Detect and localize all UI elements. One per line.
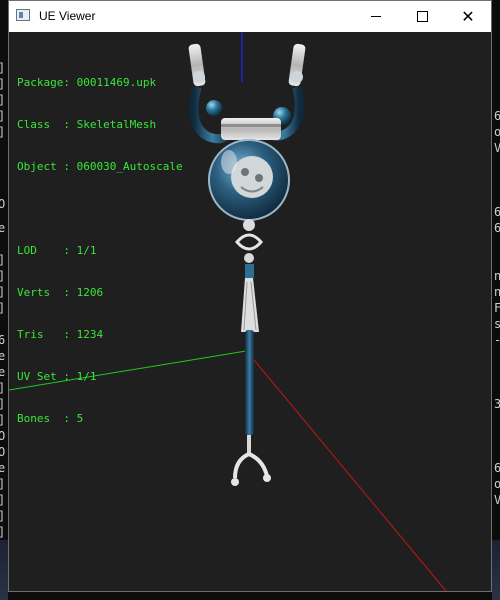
background-console-right-edge: 6oV66nnFs-36oV (492, 0, 500, 600)
axis-x-line (248, 353, 447, 591)
background-console-glyph: ] (0, 382, 5, 394)
knot-loops (235, 233, 263, 251)
background-console-glyph: 6 (494, 109, 500, 123)
info-verts-row: Verts : 1206 (17, 286, 183, 300)
app-window-icon[interactable] (16, 9, 30, 21)
info-uvset-row: UV Set : 1/1 (17, 370, 183, 384)
foot-legs (233, 452, 269, 479)
background-console-glyph: O (0, 445, 6, 459)
minimize-button[interactable] (353, 1, 399, 32)
close-icon: ✕ (461, 7, 475, 26)
silver-band-groove (221, 124, 281, 127)
background-console-glyph: n (494, 269, 500, 283)
info-object-value: 060030_Autoscale (76, 160, 183, 173)
foot-end (263, 474, 271, 482)
info-tris-label: Tris : (17, 328, 77, 341)
background-console-glyph: ] (0, 126, 5, 138)
background-console-glyph: ] (0, 510, 5, 522)
3d-viewport[interactable]: Package: 00011469.upk Class : SkeletalMe… (9, 32, 491, 591)
background-console-glyph: ] (0, 478, 5, 490)
maximize-icon (416, 11, 428, 22)
background-console-glyph: e (0, 365, 6, 379)
right-tip-ring (291, 71, 303, 83)
background-console-glyph: o (494, 477, 500, 491)
info-package-label: Package: (17, 76, 77, 89)
info-verts-label: Verts : (17, 286, 77, 299)
info-object-row: Object : 060030_Autoscale (17, 160, 183, 174)
background-console-glyph: 3 (494, 397, 500, 411)
desktop-taskbar-edge-right (492, 540, 500, 600)
left-tip-ring (193, 71, 205, 83)
background-console-glyph: ] (0, 494, 5, 506)
rod (245, 330, 254, 435)
orb-face-detail (241, 168, 249, 176)
background-console-glyph: - (494, 334, 500, 346)
background-console-glyph: n (494, 285, 500, 299)
background-console-glyph: V (494, 141, 500, 155)
maximize-button[interactable] (399, 1, 445, 32)
silver-band (221, 118, 281, 140)
info-lod-label: LOD : (17, 244, 77, 257)
background-console-left-edge: ]]]]]Oe]]]]6ee]]]OOe]]]]Oe] (0, 0, 8, 600)
info-tris-value: 1234 (76, 328, 104, 341)
desktop-taskbar-edge-left (0, 540, 8, 600)
info-object-label: Object : (17, 160, 77, 173)
background-console-glyph: 6 (494, 461, 500, 475)
info-package-value: 00011469.upk (76, 76, 157, 89)
background-console-glyph: ] (0, 526, 5, 538)
title-bar[interactable]: UE Viewer ✕ (9, 1, 491, 32)
background-console-glyph: o (494, 125, 500, 139)
background-console-glyph: F (494, 301, 500, 315)
knot-top (243, 219, 255, 231)
info-bones-value: 5 (76, 412, 84, 425)
background-console-glyph: ] (0, 398, 5, 410)
info-uvset-label: UV Set : (17, 370, 77, 383)
background-console-glyph: ] (0, 270, 5, 282)
ue-viewer-window[interactable]: UE Viewer ✕ Package: 00011469.upk Class … (8, 0, 492, 592)
background-console-glyph: ] (0, 62, 5, 74)
background-console-glyph: 6 (494, 205, 500, 219)
orb-face-detail (255, 174, 263, 182)
info-class-value: SkeletalMesh (76, 118, 157, 131)
window-title: UE Viewer (39, 9, 96, 23)
tassel-cap (245, 264, 254, 278)
background-console-glyph: s (494, 317, 500, 331)
background-console-glyph: ] (0, 110, 5, 122)
foot-end (231, 478, 239, 486)
info-tris-row: Tris : 1234 (17, 328, 183, 342)
background-console-glyph: O (0, 197, 6, 211)
background-console-glyph: ] (0, 302, 5, 314)
background-console-glyph: ] (0, 254, 5, 266)
background-console-glyph: 6 (0, 333, 6, 347)
info-package-row: Package: 00011469.upk (17, 76, 183, 90)
info-uvset-value: 1/1 (76, 370, 97, 383)
info-class-row: Class : SkeletalMesh (17, 118, 183, 132)
minimize-icon (371, 16, 381, 17)
info-lod-value: 1/1 (76, 244, 97, 257)
background-console-glyph: ] (0, 286, 5, 298)
background-console-glyph: 6 (494, 221, 500, 235)
orb-highlight (221, 150, 237, 174)
background-console-glyph: e (0, 349, 6, 363)
background-console-glyph: e (0, 461, 6, 475)
mesh-info-overlay: Package: 00011469.upk Class : SkeletalMe… (17, 48, 183, 454)
background-console-glyph: e (0, 221, 6, 235)
info-class-label: Class : (17, 118, 77, 131)
background-console-glyph: ] (0, 414, 5, 426)
background-console-glyph: ] (0, 94, 5, 106)
close-button[interactable]: ✕ (445, 1, 491, 32)
knot-bead (244, 253, 254, 263)
left-ball (206, 100, 222, 116)
info-bones-row: Bones : 5 (17, 412, 183, 426)
background-console-glyph: ] (0, 78, 5, 90)
background-console-glyph: O (0, 429, 6, 443)
info-verts-value: 1206 (76, 286, 104, 299)
info-lod-row: LOD : 1/1 (17, 244, 183, 258)
info-bones-label: Bones : (17, 412, 77, 425)
info-spacer (17, 202, 183, 216)
tassel (241, 278, 259, 332)
background-console-glyph: V (494, 493, 500, 507)
